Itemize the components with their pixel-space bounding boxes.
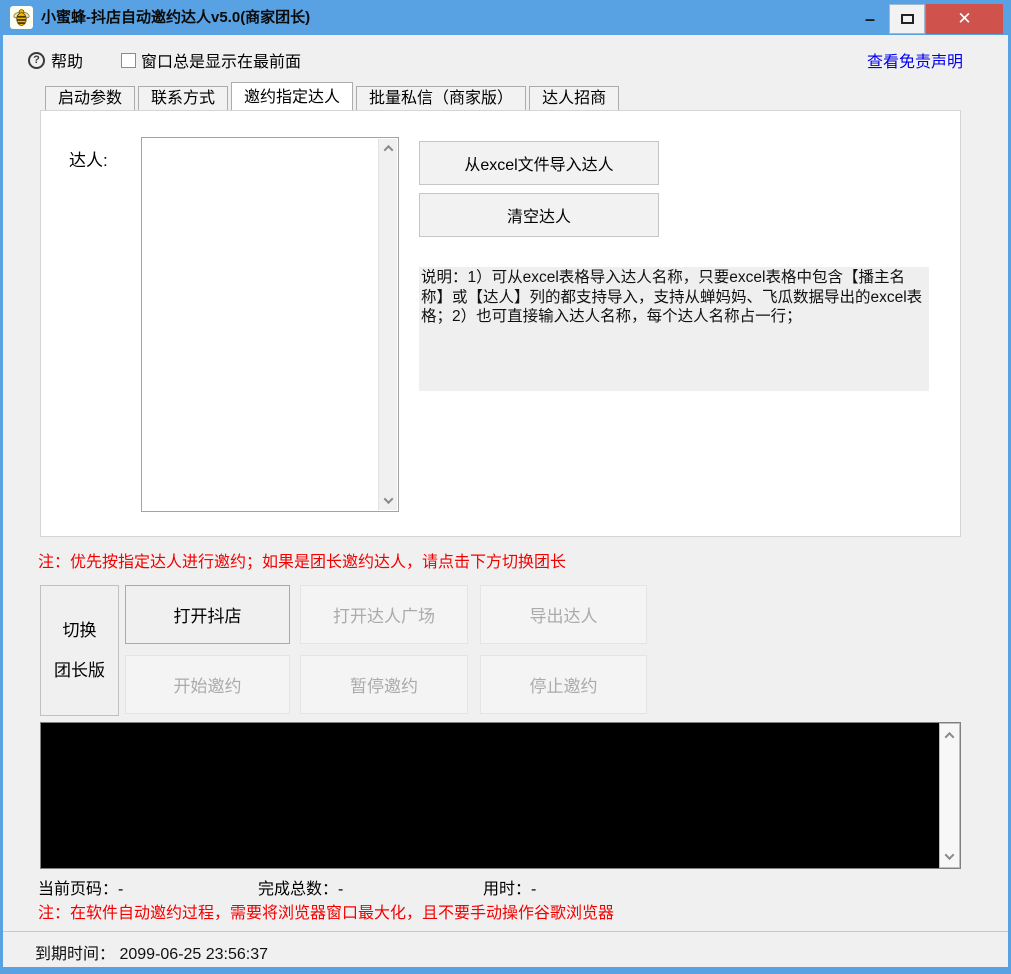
tab-contact-method[interactable]: 联系方式 — [138, 86, 228, 110]
open-daren-square-button: 打开达人广场 — [300, 585, 468, 644]
elapsed-time-value: - — [531, 881, 536, 898]
elapsed-time-status: 用时：- — [483, 875, 536, 899]
daren-list-input[interactable] — [143, 139, 379, 510]
log-scroll-up-icon[interactable] — [940, 725, 959, 745]
log-scroll-down-icon[interactable] — [940, 846, 959, 866]
daren-list-scrollbar[interactable] — [378, 139, 397, 510]
title-bar: 小蜜蜂-抖店自动邀约达人v5.0(商家团长) – ✕ — [0, 0, 1011, 35]
current-page-label: 当前页码： — [38, 881, 118, 898]
instructions-text: 说明：1）可从excel表格导入达人名称，只要excel表格中包含【播主名称】或… — [419, 267, 929, 391]
topmost-checkbox-label: 窗口总是显示在最前面 — [141, 48, 301, 72]
help-label: 帮助 — [51, 48, 83, 72]
completed-total-label: 完成总数： — [258, 881, 338, 898]
completed-total-value: - — [338, 881, 343, 898]
open-doudian-button[interactable]: 打开抖店 — [125, 585, 290, 644]
bee-icon — [12, 8, 31, 27]
switch-leader-line2: 团长版 — [54, 661, 105, 680]
tab-daren-investment[interactable]: 达人招商 — [529, 86, 619, 110]
tab-bar: 启动参数 联系方式 邀约指定达人 批量私信（商家版） 达人招商 — [45, 84, 622, 110]
clear-daren-button[interactable]: 清空达人 — [419, 193, 659, 237]
switch-leader-button[interactable]: 切换 团长版 — [40, 585, 119, 716]
scroll-down-icon[interactable] — [379, 491, 398, 510]
expire-time: 到期时间： 2099-06-25 23:56:37 — [35, 940, 268, 964]
help-row: ? 帮助 窗口总是显示在最前面 查看免责声明 — [3, 48, 1008, 74]
import-excel-button[interactable]: 从excel文件导入达人 — [419, 141, 659, 185]
bottom-status-bar: 到期时间： 2099-06-25 23:56:37 — [3, 931, 1008, 967]
topmost-checkbox[interactable] — [121, 53, 136, 68]
elapsed-time-label: 用时： — [483, 881, 531, 898]
bee-app-icon — [10, 6, 33, 29]
close-icon: ✕ — [957, 9, 971, 29]
maximize-button[interactable] — [889, 4, 925, 34]
expire-time-value: 2099-06-25 23:56:37 — [119, 946, 268, 963]
current-page-status: 当前页码：- — [38, 875, 123, 899]
daren-list-box — [141, 137, 399, 512]
switch-leader-line1: 切换 — [63, 621, 97, 640]
minimize-button[interactable]: – — [852, 4, 888, 34]
help-menu[interactable]: ? 帮助 — [28, 48, 83, 72]
tab-invite-specified-daren[interactable]: 邀约指定达人 — [231, 82, 353, 110]
log-scrollbar[interactable] — [939, 723, 960, 868]
priority-note: 注：优先按指定达人进行邀约；如果是团长邀约达人，请点击下方切换团长 — [38, 548, 566, 572]
client-area: ? 帮助 窗口总是显示在最前面 查看免责声明 启动参数 联系方式 邀约指定达人 … — [3, 35, 1008, 967]
help-icon: ? — [28, 52, 45, 69]
status-line: 当前页码：- 完成总数：- 用时：- — [3, 875, 1008, 897]
maximize-icon — [901, 14, 914, 24]
tab-batch-message-merchant[interactable]: 批量私信（商家版） — [356, 86, 526, 110]
window-title: 小蜜蜂-抖店自动邀约达人v5.0(商家团长) — [41, 0, 310, 35]
browser-note: 注：在软件自动邀约过程，需要将浏览器窗口最大化，且不要手动操作谷歌浏览器 — [38, 899, 614, 923]
expire-time-label: 到期时间： — [35, 946, 115, 963]
stop-invite-button: 停止邀约 — [480, 655, 647, 714]
daren-label: 达人: — [69, 146, 108, 171]
start-invite-button: 开始邀约 — [125, 655, 290, 714]
export-daren-button: 导出达人 — [480, 585, 647, 644]
tab-start-params[interactable]: 启动参数 — [45, 86, 135, 110]
minimize-icon: – — [865, 9, 875, 30]
completed-total-status: 完成总数：- — [258, 875, 343, 899]
disclaimer-link[interactable]: 查看免责声明 — [867, 48, 963, 72]
app-window: 小蜜蜂-抖店自动邀约达人v5.0(商家团长) – ✕ ? 帮助 窗口总是显示在最… — [0, 0, 1011, 974]
scroll-up-icon[interactable] — [379, 139, 398, 158]
current-page-value: - — [118, 881, 123, 898]
log-output-area — [40, 722, 961, 869]
invite-tab-panel: 达人: 从excel文件导入达人 清空达人 说明：1）可从excel表格导入达人… — [40, 110, 961, 537]
close-button[interactable]: ✕ — [926, 4, 1003, 34]
pause-invite-button: 暂停邀约 — [300, 655, 468, 714]
topmost-option: 窗口总是显示在最前面 — [121, 48, 301, 72]
